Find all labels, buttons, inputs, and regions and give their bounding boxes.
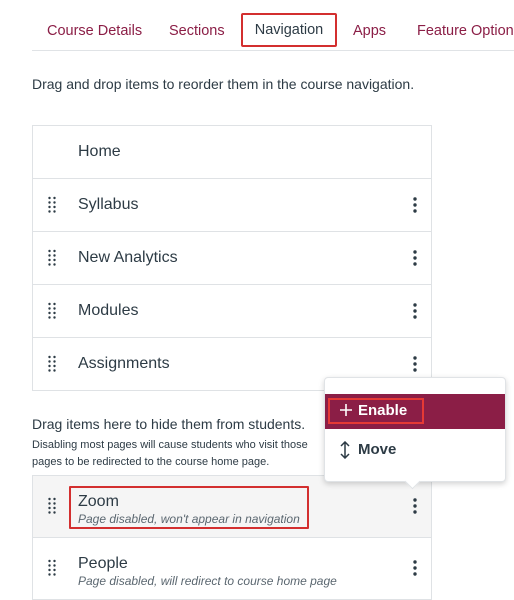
tab-feature-options[interactable]: Feature Options [417, 14, 514, 48]
nav-item-home: Home [33, 126, 431, 179]
nav-item-modules[interactable]: Modules [33, 285, 431, 338]
course-settings-tabs: Course Details Sections Navigation Apps … [32, 0, 514, 51]
disabled-navigation-list: Zoom Page disabled, won't appear in navi… [32, 475, 432, 600]
nav-item-label: Assignments [78, 355, 170, 372]
hidden-items-heading: Drag items here to hide them from studen… [32, 416, 306, 432]
more-options-icon[interactable] [409, 496, 421, 516]
more-options-icon[interactable] [409, 558, 421, 578]
nav-item-label: New Analytics [78, 249, 178, 266]
tab-course-details[interactable]: Course Details [47, 14, 142, 48]
drag-handle-icon[interactable] [47, 249, 57, 267]
move-menu-item[interactable]: Move [325, 432, 505, 468]
enable-menu-item[interactable]: Enable [325, 394, 505, 429]
more-options-icon[interactable] [409, 195, 421, 215]
enabled-navigation-list: Home Syllabus New Analytics Modules Assi… [32, 125, 432, 391]
nav-item-new-analytics[interactable]: New Analytics [33, 232, 431, 285]
nav-item-label: Home [78, 143, 121, 160]
drag-handle-icon[interactable] [47, 559, 57, 577]
tab-navigation[interactable]: Navigation [241, 13, 337, 47]
tab-sections[interactable]: Sections [169, 14, 225, 48]
plus-icon [340, 404, 352, 416]
item-options-menu: Enable Move [324, 377, 506, 490]
hidden-items-description: Disabling most pages will cause students… [32, 439, 308, 468]
nav-item-status-note: Page disabled, will redirect to course h… [78, 574, 337, 588]
nav-item-label: Modules [78, 302, 139, 319]
more-options-icon[interactable] [409, 248, 421, 268]
nav-item-label: People [78, 555, 128, 572]
nav-item-zoom[interactable]: Zoom Page disabled, won't appear in navi… [33, 476, 431, 538]
nav-item-status-note: Page disabled, won't appear in navigatio… [78, 512, 300, 526]
navigation-instructions: Drag and drop items to reorder them in t… [32, 76, 415, 92]
nav-item-label: Syllabus [78, 196, 139, 213]
enable-label: Enable [358, 402, 408, 419]
drag-handle-icon[interactable] [47, 196, 57, 214]
drag-handle-icon[interactable] [47, 497, 57, 515]
more-options-icon[interactable] [409, 354, 421, 374]
move-label: Move [358, 441, 397, 458]
move-arrows-icon [340, 441, 350, 459]
more-options-icon[interactable] [409, 301, 421, 321]
nav-item-people[interactable]: People Page disabled, will redirect to c… [33, 538, 431, 600]
drag-handle-icon[interactable] [47, 302, 57, 320]
drag-handle-icon[interactable] [47, 355, 57, 373]
nav-item-syllabus[interactable]: Syllabus [33, 179, 431, 232]
nav-item-label: Zoom [78, 493, 119, 510]
tab-apps[interactable]: Apps [353, 14, 386, 48]
